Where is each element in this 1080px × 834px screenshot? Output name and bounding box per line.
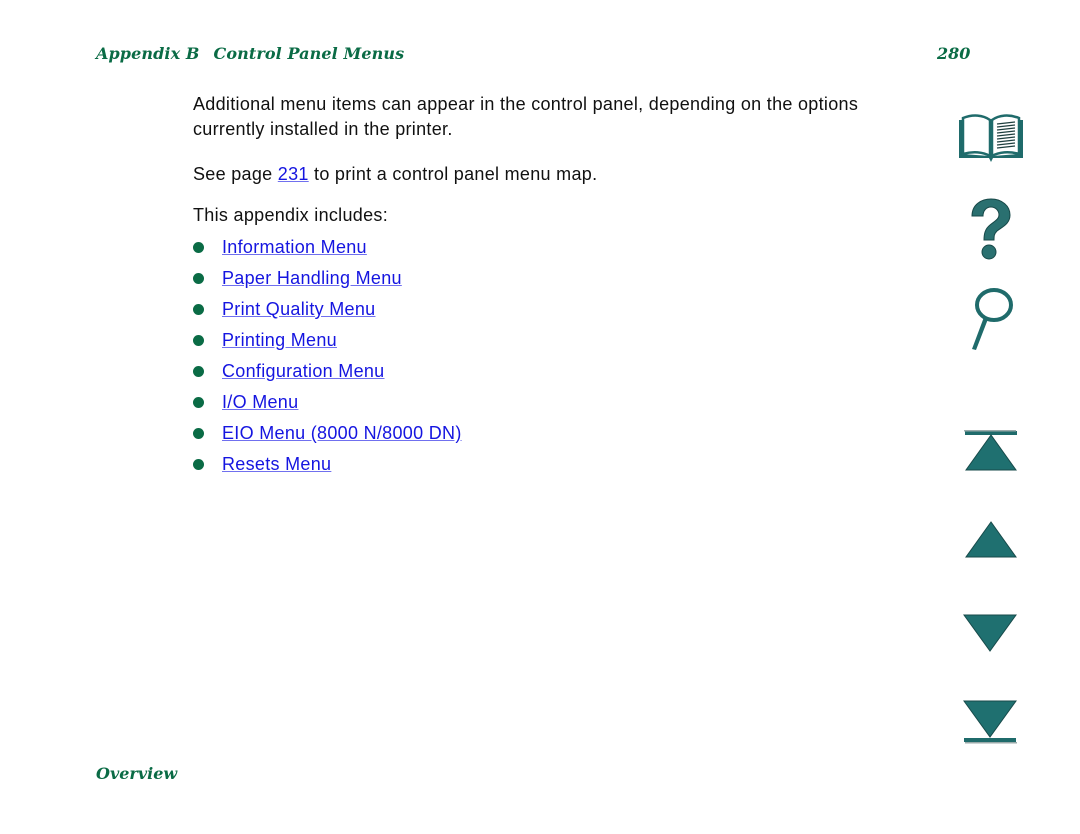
bullet-icon [193,428,204,439]
toc-item: EIO Menu (8000 N/8000 DN) [191,418,913,449]
appendix-label: Appendix B [96,44,200,63]
help-button[interactable] [966,198,1014,262]
toc-item: Resets Menu [191,449,913,480]
bullet-icon [193,304,204,315]
header-title: Appendix B Control Panel Menus [96,44,404,63]
magnifier-icon [972,288,1013,350]
last-page-icon [963,700,1017,744]
see-prefix: See page [193,164,278,184]
toc-item: Configuration Menu [191,356,913,387]
previous-page-button[interactable] [964,521,1018,559]
includes-label: This appendix includes: [193,205,389,225]
bullet-icon [193,459,204,470]
toc-item: Print Quality Menu [191,294,913,325]
toc-link-paper-handling-menu[interactable]: Paper Handling Menu [222,266,402,291]
toc-link-eio-menu[interactable]: EIO Menu (8000 N/8000 DN) [222,421,462,446]
next-page-icon [963,614,1017,652]
toc-link-print-quality-menu[interactable]: Print Quality Menu [222,297,375,322]
bullet-icon [193,273,204,284]
first-page-button[interactable] [964,430,1018,472]
previous-page-icon [965,521,1017,558]
section-title: Control Panel Menus [213,44,405,63]
page-231-link[interactable]: 231 [278,164,309,184]
bullet-icon [193,397,204,408]
toc-item: I/O Menu [191,387,913,418]
footer-section-title: Overview [96,764,178,783]
intro-paragraph: Additional menu items can appear in the … [193,94,859,139]
bullet-icon [193,366,204,377]
toc-link-printing-menu[interactable]: Printing Menu [222,328,337,353]
toc-list: Information Menu Paper Handling Menu Pri… [191,232,913,480]
see-suffix: to print a control panel menu map. [308,164,598,184]
main-content: Additional menu items can appear in the … [193,92,913,480]
toc-link-resets-menu[interactable]: Resets Menu [222,452,331,477]
toc-item: Printing Menu [191,325,913,356]
toc-item: Information Menu [191,232,913,263]
toc-link-configuration-menu[interactable]: Configuration Menu [222,359,385,384]
question-icon [971,198,1011,260]
bullet-icon [193,242,204,253]
first-page-icon [964,430,1017,471]
last-page-button[interactable] [962,700,1018,744]
contents-button[interactable] [955,112,1027,164]
bullet-icon [193,335,204,346]
see-page-paragraph: See page 231 to print a control panel me… [193,162,913,187]
book-icon [959,114,1023,162]
toc-item: Paper Handling Menu [191,263,913,294]
next-page-button[interactable] [962,614,1018,652]
toc-link-information-menu[interactable]: Information Menu [222,235,367,260]
page-number: 280 [937,44,971,63]
toc-link-io-menu[interactable]: I/O Menu [222,390,298,415]
search-button[interactable] [966,287,1016,353]
